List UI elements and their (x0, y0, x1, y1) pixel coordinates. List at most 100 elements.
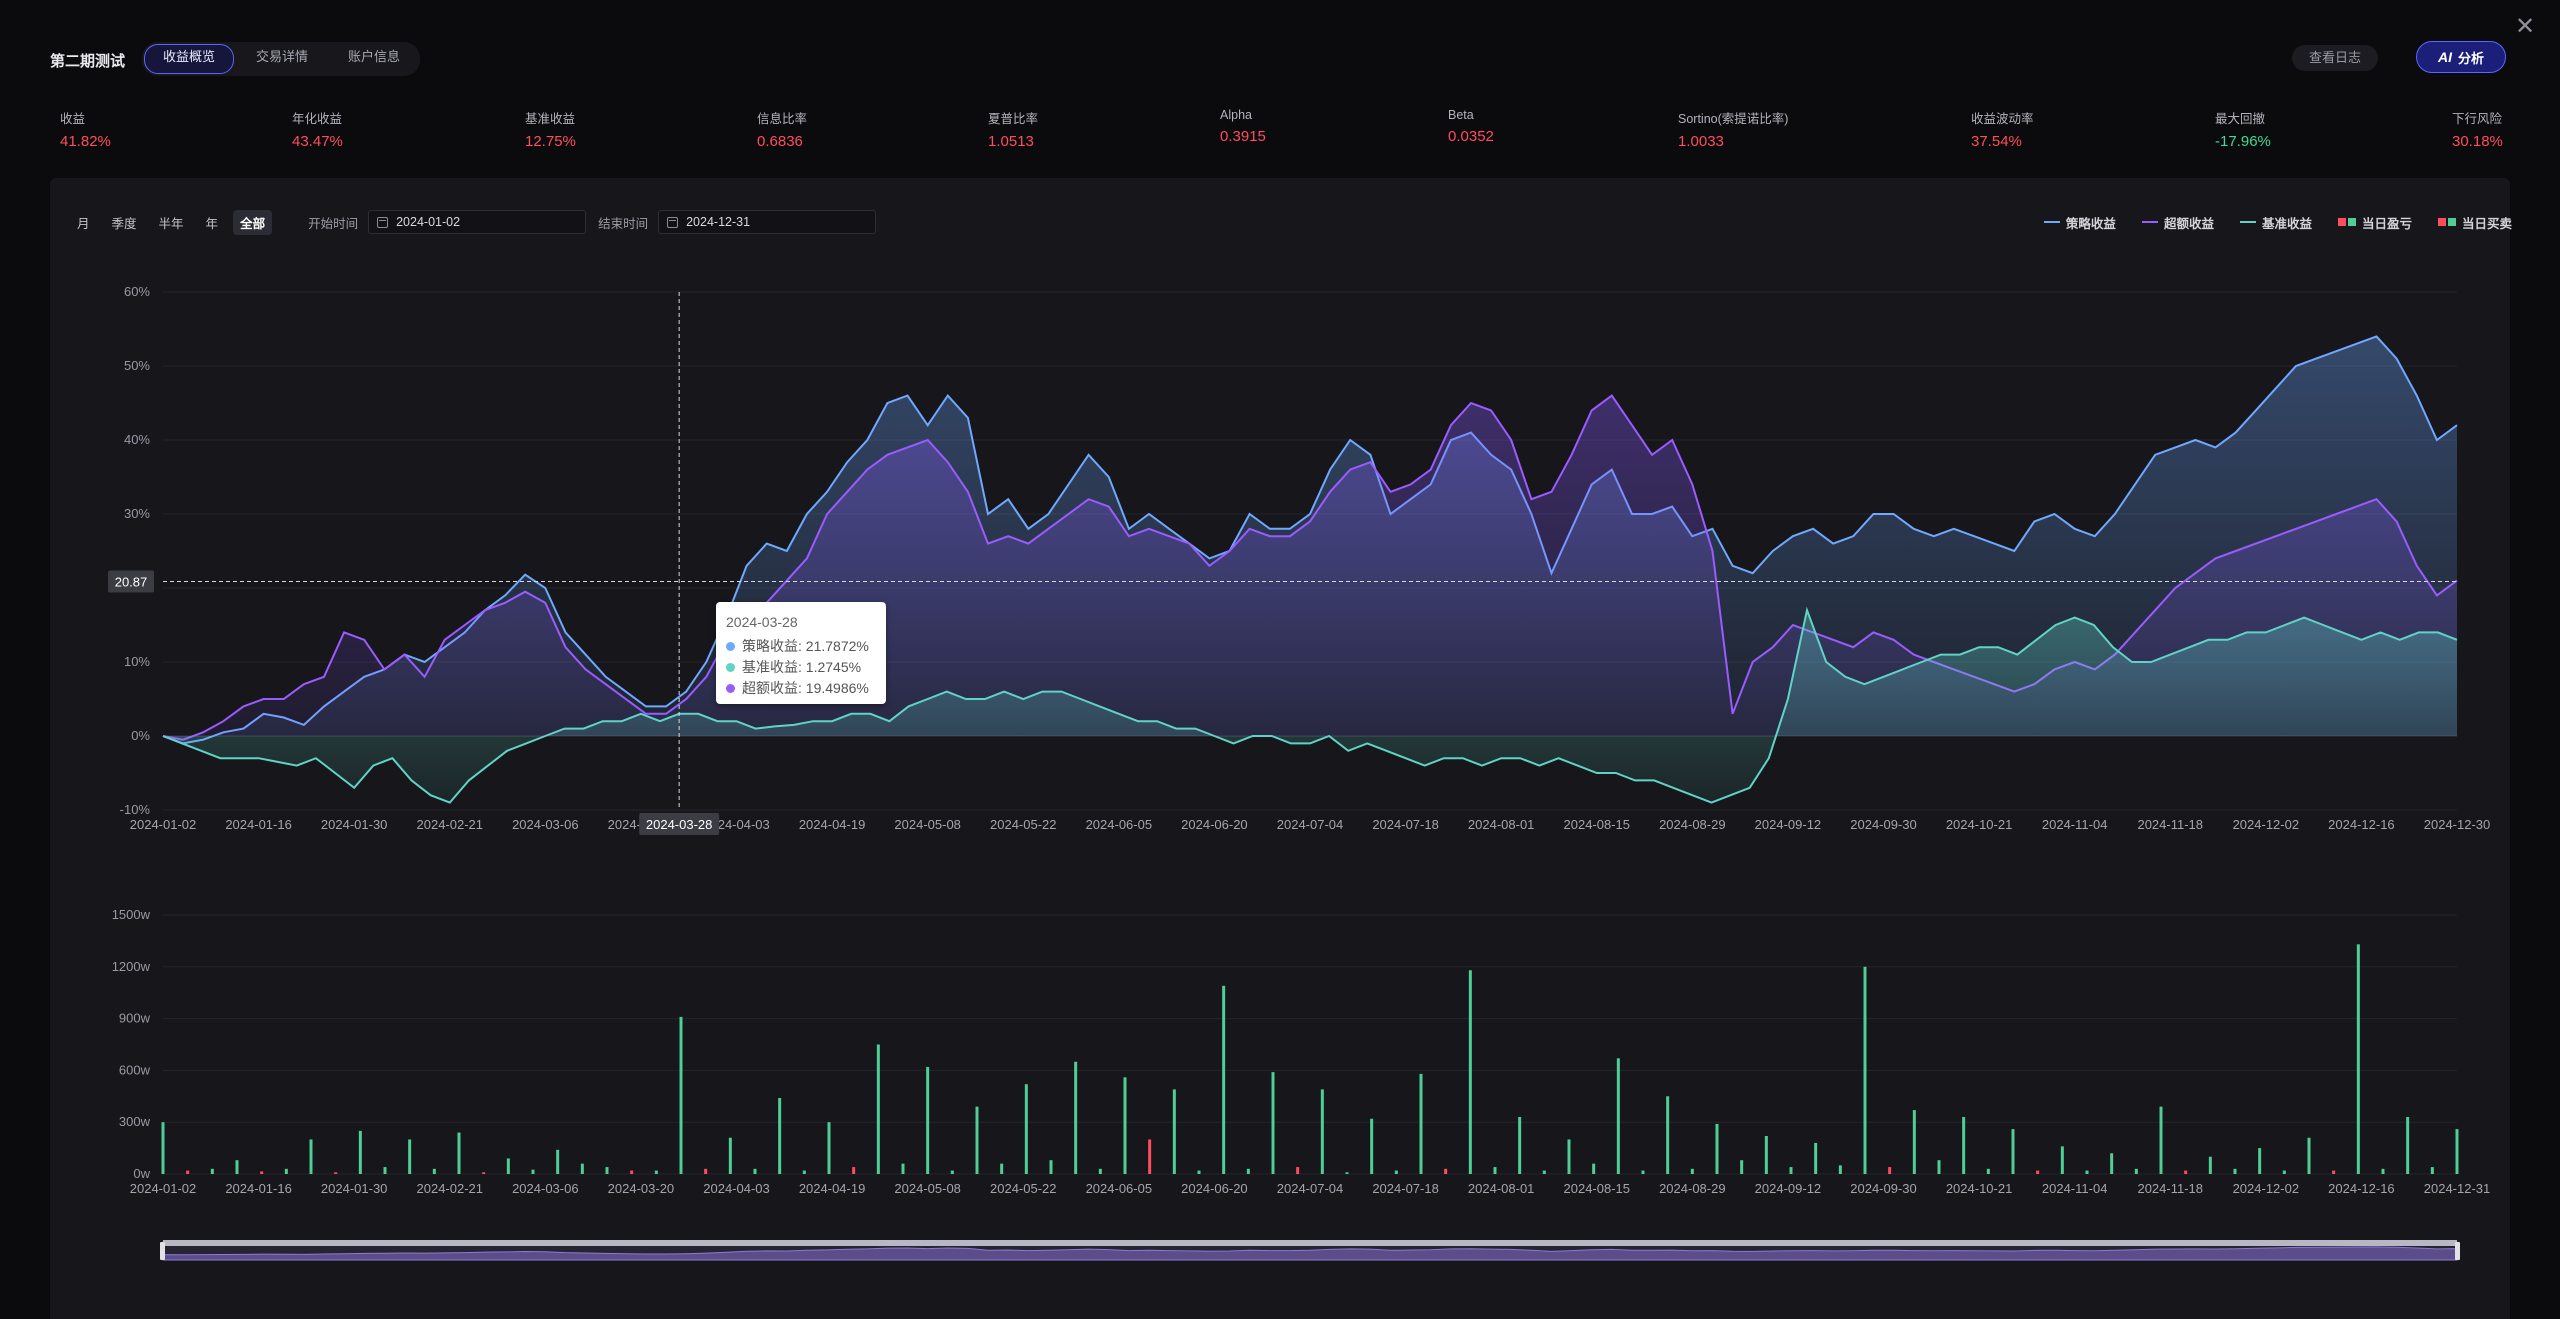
x-tick-label: 2024-09-12 (1755, 817, 1822, 832)
x-tick-label: 2024-12-16 (2328, 817, 2395, 832)
volume-bar (630, 1170, 634, 1174)
tooltip-value: 超额收益: 19.4986% (742, 680, 869, 696)
volume-bar (2134, 1168, 2138, 1174)
x-tick-label: 2024-03-06 (512, 1181, 579, 1196)
x-tick-label: 2024-06-20 (1181, 817, 1248, 832)
volume-bar (1814, 1142, 1818, 1174)
returns-line-chart[interactable]: 60%50%40%30%20%10%0%-10%2024-01-022024-0… (0, 0, 2560, 1319)
volume-bar (1592, 1163, 1596, 1174)
x-tick-label: 2024-12-02 (2233, 817, 2300, 832)
volume-bar (2455, 1129, 2459, 1174)
x-tick-label: 2024-06-05 (1086, 817, 1153, 832)
volume-bar (1000, 1163, 1004, 1174)
volume-bar (2258, 1148, 2262, 1174)
x-tick-label: 2024-08-01 (1468, 817, 1535, 832)
range-slider-left-handle (160, 1242, 165, 1260)
x-tick-label: 2024-07-04 (1277, 1181, 1344, 1196)
tooltip-row: 策略收益: 21.7872% (726, 636, 869, 656)
volume-bar (1567, 1139, 1571, 1174)
volume-bar (2208, 1156, 2212, 1174)
volume-bar (1370, 1118, 1374, 1174)
x-tick-label: 2024-02-21 (417, 1181, 484, 1196)
volume-bar (975, 1106, 979, 1174)
volume-bar (2356, 944, 2360, 1174)
x-tick-label: 2024-05-08 (894, 817, 961, 832)
x-tick-label: 2024-06-20 (1181, 1181, 1248, 1196)
tooltip-row: 基准收益: 1.2745% (726, 657, 861, 677)
x-tick-label: 2024-06-05 (1086, 1181, 1153, 1196)
y-tick-label: 50% (124, 358, 150, 373)
x-tick-label: 2024-11-04 (2042, 817, 2108, 832)
volume-bar (432, 1168, 436, 1174)
range-slider-handle-bar (163, 1240, 2457, 1246)
x-tick-label: 2024-09-12 (1755, 1181, 1822, 1196)
y-tick-label: 0% (131, 728, 150, 743)
y-tick-label: 10% (124, 654, 150, 669)
volume-bar (1764, 1136, 1768, 1174)
tooltip-row: 超额收益: 19.4986% (726, 678, 869, 698)
x-tick-label: 2024-01-02 (130, 817, 197, 832)
volume-bar (235, 1160, 239, 1174)
y-tick-label: 30% (124, 506, 150, 521)
volume-bar (1789, 1167, 1793, 1174)
volume-bar (2381, 1168, 2385, 1174)
y-tick-label: 1500w (112, 907, 151, 922)
volume-bar (1690, 1168, 1694, 1174)
range-slider-right-handle (2455, 1242, 2460, 1260)
volume-bar (2406, 1117, 2410, 1174)
x-tick-label: 2024-01-16 (225, 1181, 292, 1196)
volume-bar (2110, 1153, 2114, 1174)
x-tick-label: 2024-10-21 (1946, 1181, 2013, 1196)
volume-bar (1246, 1168, 1250, 1174)
volume-bar (728, 1137, 732, 1174)
volume-bar (210, 1168, 214, 1174)
x-tick-label: 2024-09-30 (1850, 1181, 1917, 1196)
volume-bar (506, 1158, 510, 1174)
volume-bar (1641, 1170, 1645, 1174)
tooltip-value: 基准收益: 1.2745% (742, 659, 862, 675)
x-tick-label: 2024-04-19 (799, 817, 866, 832)
volume-bar (408, 1139, 412, 1174)
volume-bar (852, 1167, 856, 1174)
volume-bar (1838, 1165, 1842, 1174)
volume-bar (1616, 1058, 1620, 1174)
x-tick-label: 2024-01-16 (225, 817, 292, 832)
volume-bar (1296, 1167, 1300, 1174)
series-dot-icon (726, 683, 735, 693)
volume-bar (1666, 1096, 1670, 1174)
volume-bar (1049, 1160, 1053, 1174)
x-tick-label: 2024-04-03 (703, 1181, 770, 1196)
volume-bar (778, 1098, 782, 1174)
x-tick-label: 2024-12-16 (2328, 1181, 2395, 1196)
x-tick-label: 2024-08-29 (1659, 817, 1726, 832)
x-tick-label: 2024-12-02 (2233, 1181, 2300, 1196)
volume-bar (186, 1170, 190, 1174)
volume-bar (1271, 1072, 1275, 1174)
x-tick-label: 2024-03-06 (512, 817, 579, 832)
volume-bar (827, 1122, 831, 1174)
x-tick-label: 2024-05-22 (990, 1181, 1057, 1196)
x-tick-label: 2024-11-18 (2137, 817, 2203, 832)
volume-bar (161, 1122, 165, 1174)
volume-bar (2011, 1129, 2015, 1174)
volume-bar (1468, 970, 1472, 1174)
volume-bar (753, 1168, 757, 1174)
volume-bar (580, 1163, 584, 1174)
volume-bar (556, 1149, 560, 1174)
volume-bar (2233, 1168, 2237, 1174)
volume-bar (334, 1172, 338, 1174)
volume-bar (1197, 1170, 1201, 1174)
x-tick-label: 2024-01-30 (321, 1181, 388, 1196)
volume-bar (1986, 1168, 1990, 1174)
x-tick-label: 2024-12-30 (2424, 817, 2491, 832)
volume-bar (1715, 1123, 1719, 1174)
volume-bar (1542, 1170, 1546, 1174)
y-tick-label: -10% (120, 802, 151, 817)
volume-bar (2085, 1170, 2089, 1174)
volume-bar (1888, 1167, 1892, 1174)
volume-bar (358, 1130, 362, 1174)
y-tick-label: 0w (133, 1166, 150, 1181)
x-tick-label: 2024-03-20 (608, 1181, 675, 1196)
volume-bar (1740, 1160, 1744, 1174)
x-tick-label: 2024-07-18 (1372, 1181, 1439, 1196)
